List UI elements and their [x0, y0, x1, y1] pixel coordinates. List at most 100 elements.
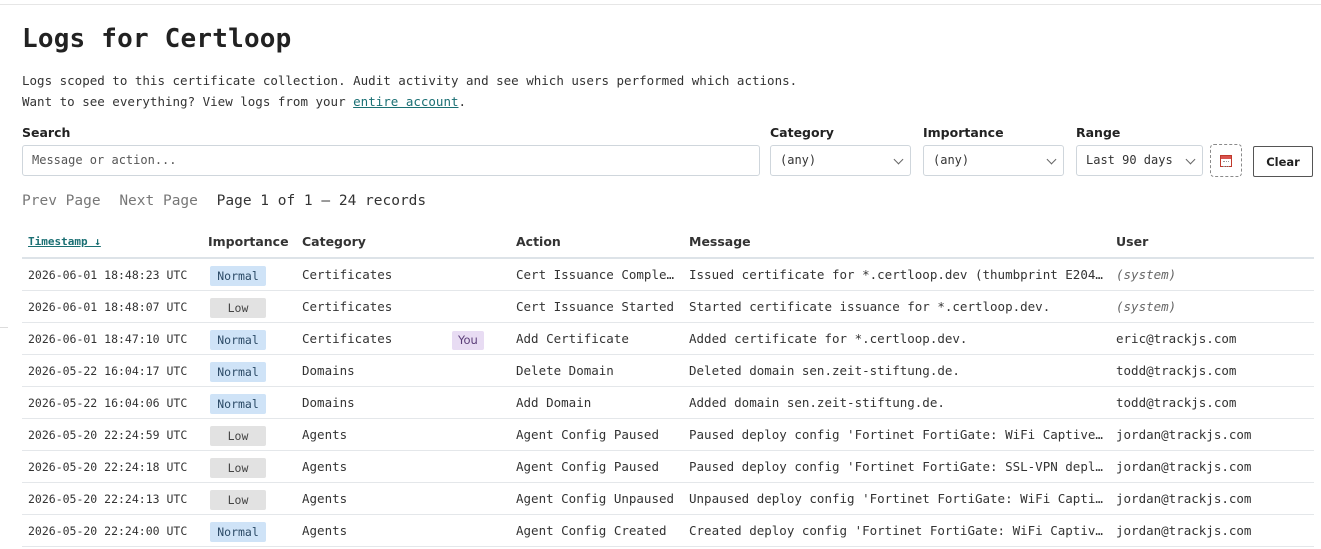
timestamp-cell: 2026-06-01 18:47:10 UTC — [22, 322, 202, 355]
action-cell: Cert Issuance Started — [510, 290, 683, 323]
category-cell: Domains — [296, 386, 446, 419]
importance-select[interactable]: (any) — [923, 145, 1064, 176]
table-row[interactable]: 2026-06-01 18:48:07 UTC Low Certificates Ce… — [22, 290, 1314, 323]
user-cell: (system) — [1110, 258, 1314, 291]
table-row[interactable]: 2026-06-01 18:47:10 UTC Normal Certificate… — [22, 322, 1314, 355]
message-cell: Added certificate for *.certloop.dev. — [683, 322, 1110, 355]
category-cell: Certificates — [296, 258, 446, 291]
timestamp-cell: 2026-05-22 16:04:06 UTC — [22, 386, 202, 419]
importance-cell: Normal — [202, 514, 296, 547]
user-cell: todd@trackjs.com — [1110, 354, 1314, 387]
category-cell: Certificates — [296, 290, 446, 323]
message-cell: Unpaused deploy config 'Fortinet FortiGa… — [683, 482, 1110, 515]
table-row[interactable]: 2026-05-22 16:04:17 UTC Normal Domains Dele… — [22, 354, 1314, 387]
message-cell: Paused deploy config 'Fortinet FortiGate… — [683, 418, 1110, 451]
user-cell: jordan@trackjs.com — [1110, 418, 1314, 451]
user-cell: todd@trackjs.com — [1110, 386, 1314, 419]
action-header: Action — [510, 226, 683, 259]
importance-cell: Normal — [202, 258, 296, 291]
page-description: Logs scoped to this certificate collecti… — [22, 70, 797, 112]
importance-cell: Low — [202, 482, 296, 515]
entire-account-link[interactable]: entire account — [353, 94, 458, 109]
table-row[interactable]: 2026-05-20 22:24:18 UTC Low Agents Agent Co… — [22, 450, 1314, 483]
importance-badge: Low — [210, 298, 266, 318]
action-cell: Agent Config Created — [510, 514, 683, 547]
importance-cell: Normal — [202, 354, 296, 387]
category-cell: Agents — [296, 514, 446, 547]
importance-cell: Low — [202, 418, 296, 451]
message-cell: Issued certificate for *.certloop.dev (t… — [683, 258, 1110, 291]
range-select[interactable]: Last 90 days — [1076, 145, 1203, 176]
tag-cell — [446, 418, 510, 451]
tag-cell — [446, 482, 510, 515]
tag-cell — [446, 386, 510, 419]
description-suffix: . — [458, 94, 467, 109]
table-row[interactable]: 2026-05-20 22:24:13 UTC Low Agents Agent Co… — [22, 482, 1314, 515]
user-cell: (system) — [1110, 290, 1314, 323]
category-label: Category — [770, 125, 834, 140]
search-label: Search — [22, 125, 71, 140]
range-value: Last 90 days — [1086, 153, 1173, 167]
timestamp-sort-header[interactable]: Timestamp ↓ — [22, 226, 202, 259]
message-cell: Paused deploy config 'Fortinet FortiGate… — [683, 450, 1110, 483]
user-cell: jordan@trackjs.com — [1110, 482, 1314, 515]
table-row[interactable]: 2026-05-20 22:24:59 UTC Low Agents Agent Co… — [22, 418, 1314, 451]
category-header: Category — [296, 226, 446, 259]
category-cell: Agents — [296, 418, 446, 451]
user-cell: eric@trackjs.com — [1110, 322, 1314, 355]
timestamp-cell: 2026-05-20 22:24:00 UTC — [22, 514, 202, 547]
user-cell: jordan@trackjs.com — [1110, 450, 1314, 483]
importance-cell: Low — [202, 450, 296, 483]
calendar-icon — [1220, 154, 1232, 167]
category-select[interactable]: (any) — [770, 145, 911, 176]
table-row[interactable]: 2026-06-01 18:48:23 UTC Normal Certificate… — [22, 258, 1314, 291]
timestamp-cell: 2026-05-22 16:04:17 UTC — [22, 354, 202, 387]
you-badge: You — [452, 330, 484, 350]
action-cell: Cert Issuance Comple… — [510, 258, 683, 291]
importance-badge: Normal — [210, 330, 266, 350]
importance-label: Importance — [923, 125, 1004, 140]
action-cell: Agent Config Paused — [510, 418, 683, 451]
importance-badge: Normal — [210, 362, 266, 382]
timestamp-cell: 2026-06-01 18:48:07 UTC — [22, 290, 202, 323]
chevron-down-icon — [1185, 154, 1196, 165]
category-cell: Agents — [296, 482, 446, 515]
top-divider — [0, 4, 1321, 5]
importance-cell: Normal — [202, 322, 296, 355]
importance-header: Importance — [202, 226, 296, 259]
action-cell: Agent Config Paused — [510, 450, 683, 483]
search-input[interactable]: Message or action... — [22, 145, 760, 176]
page-info: Page 1 of 1 — 24 records — [216, 193, 427, 209]
prev-page-button[interactable]: Prev Page — [22, 193, 101, 209]
chevron-down-icon — [1046, 154, 1057, 165]
importance-cell: Low — [202, 290, 296, 323]
next-page-button[interactable]: Next Page — [119, 193, 198, 209]
timestamp-cell: 2026-05-20 22:24:18 UTC — [22, 450, 202, 483]
message-header: Message — [683, 226, 1110, 259]
user-header: User — [1110, 226, 1314, 259]
table-row[interactable]: 2026-05-22 16:04:06 UTC Normal Domains Add … — [22, 386, 1314, 419]
date-picker-button[interactable] — [1210, 144, 1242, 177]
importance-badge: Low — [210, 490, 266, 510]
tag-cell — [446, 450, 510, 483]
importance-badge: Low — [210, 458, 266, 478]
action-cell: Agent Config Unpaused — [510, 482, 683, 515]
description-prefix: Want to see everything? View logs from y… — [22, 94, 354, 109]
tag-cell: You — [446, 322, 510, 355]
logs-table: Timestamp ↓ Importance Category Action M… — [22, 226, 1314, 547]
clear-button[interactable]: Clear — [1253, 146, 1313, 177]
chevron-down-icon — [893, 154, 904, 165]
timestamp-cell: 2026-05-20 22:24:59 UTC — [22, 418, 202, 451]
table-row[interactable]: 2026-05-20 22:24:00 UTC Normal Agents Agent… — [22, 514, 1314, 547]
message-cell: Added domain sen.zeit-stiftung.de. — [683, 386, 1110, 419]
importance-cell: Normal — [202, 386, 296, 419]
user-cell: jordan@trackjs.com — [1110, 514, 1314, 547]
action-cell: Add Domain — [510, 386, 683, 419]
category-cell: Agents — [296, 450, 446, 483]
category-value: (any) — [780, 153, 817, 167]
table-body: 2026-06-01 18:48:23 UTC Normal Certificate… — [22, 258, 1314, 547]
table-header-row: Timestamp ↓ Importance Category Action M… — [22, 226, 1314, 259]
timestamp-header-label[interactable]: Timestamp ↓ — [28, 235, 101, 248]
action-cell: Add Certificate — [510, 322, 683, 355]
timestamp-cell: 2026-05-20 22:24:13 UTC — [22, 482, 202, 515]
